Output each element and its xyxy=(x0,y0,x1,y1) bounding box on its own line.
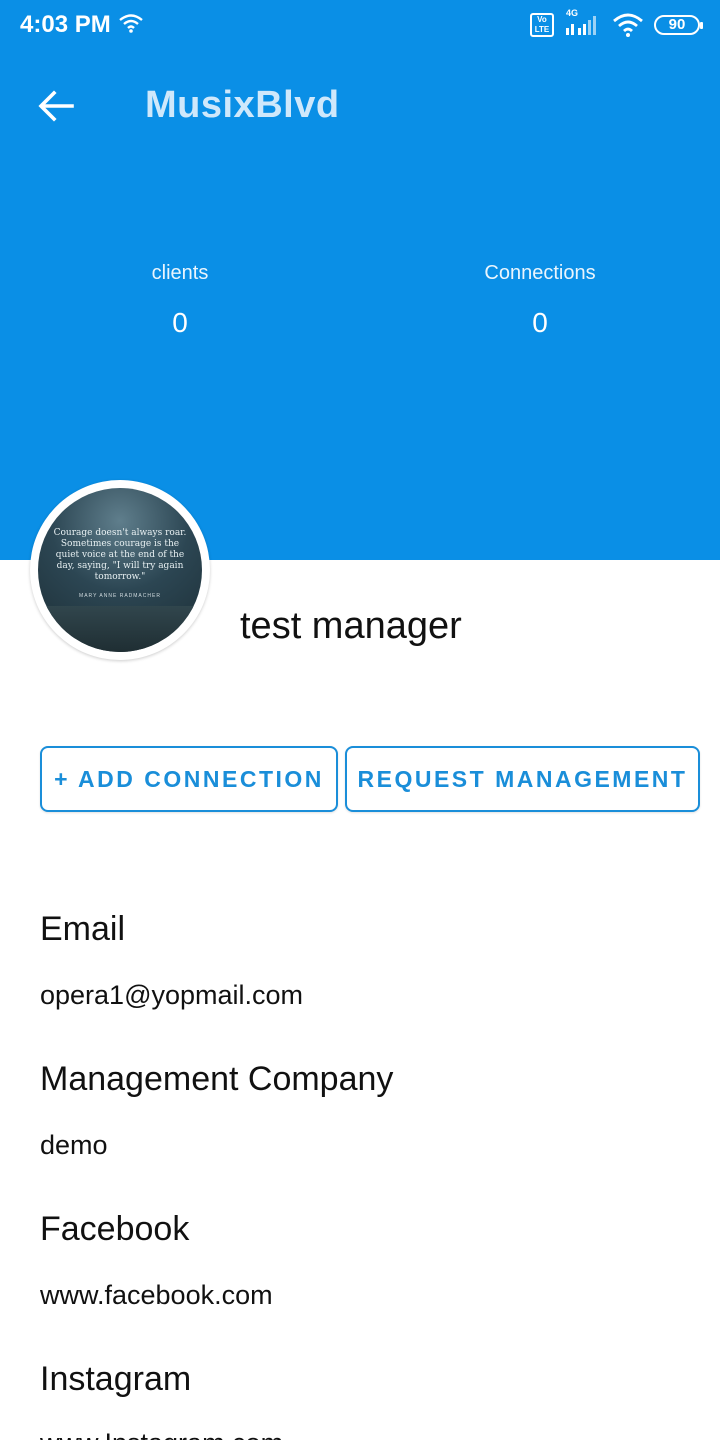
avatar-road xyxy=(38,606,202,652)
volte-icon: Vo LTE xyxy=(530,13,554,37)
profile-screen: 4:03 PM Vo LTE 4G 90 MusixBlvd clients 0… xyxy=(0,0,720,1440)
clients-label: clients xyxy=(151,262,209,284)
toolbar: MusixBlvd xyxy=(0,58,720,154)
avatar-quote: Courage doesn't always roar. Sometimes c… xyxy=(53,528,187,582)
wifi-icon xyxy=(613,13,643,37)
profile-name: test manager xyxy=(240,605,462,647)
network-type: 4G xyxy=(566,8,579,18)
battery-icon: 90 xyxy=(654,15,703,35)
volte-label: Vo LTE xyxy=(534,15,550,34)
instagram-label: Instagram xyxy=(40,1360,192,1398)
facebook-value[interactable]: www.facebook.com xyxy=(40,1280,273,1311)
clients-count: 0 xyxy=(172,307,188,338)
header-banner: 4:03 PM Vo LTE 4G 90 MusixBlvd clients 0… xyxy=(0,0,720,560)
connections-stat[interactable]: Connections 0 xyxy=(360,262,720,339)
status-bar: 4:03 PM Vo LTE 4G 90 xyxy=(0,0,720,50)
status-time: 4:03 PM xyxy=(20,11,111,38)
wifi-hotspot-icon xyxy=(119,14,143,33)
signal-icon: 4G xyxy=(564,8,602,38)
avatar-author: MARY ANNE RADMACHER xyxy=(79,593,161,599)
arrow-back-icon xyxy=(38,90,74,122)
back-button[interactable] xyxy=(28,80,84,132)
request-management-button[interactable]: REQUEST MANAGEMENT xyxy=(345,746,700,812)
profile-avatar[interactable]: Courage doesn't always roar. Sometimes c… xyxy=(30,480,210,660)
app-title: MusixBlvd xyxy=(145,84,340,126)
status-icons: Vo LTE 4G 90 xyxy=(530,8,703,40)
instagram-value[interactable]: www.Instagram.com xyxy=(40,1428,283,1440)
connections-label: Connections xyxy=(484,262,596,284)
add-connection-button[interactable]: + ADD CONNECTION xyxy=(40,746,338,812)
avatar-image: Courage doesn't always roar. Sometimes c… xyxy=(38,488,202,652)
connections-count: 0 xyxy=(532,307,548,338)
clients-stat[interactable]: clients 0 xyxy=(0,262,360,339)
company-label: Management Company xyxy=(40,1060,394,1098)
facebook-label: Facebook xyxy=(40,1210,190,1248)
email-label: Email xyxy=(40,910,126,948)
company-value: demo xyxy=(40,1130,108,1160)
email-value: opera1@yopmail.com xyxy=(40,980,304,1010)
battery-level: 90 xyxy=(668,16,686,33)
